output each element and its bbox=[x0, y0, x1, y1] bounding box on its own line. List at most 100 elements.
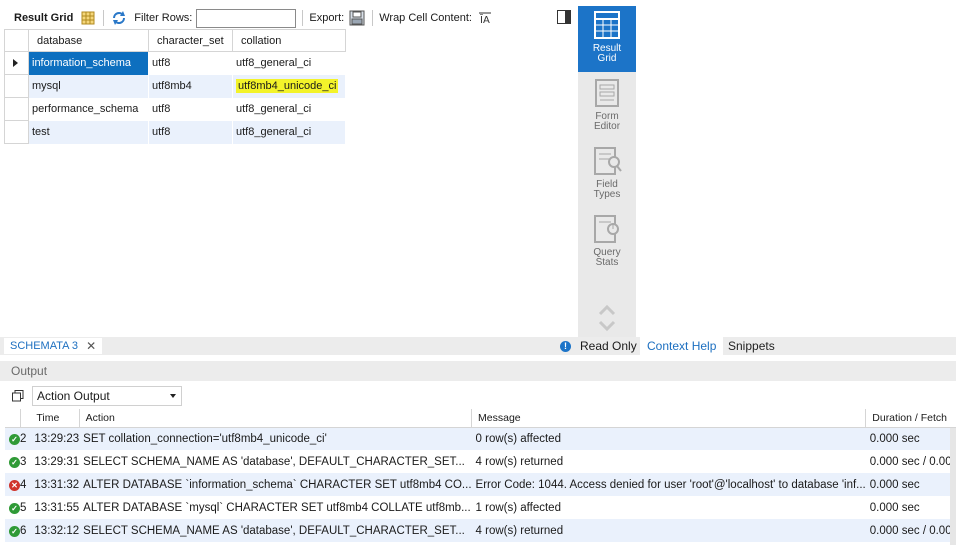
side-tab-form-editor[interactable]: Form Editor bbox=[578, 74, 636, 140]
column-header-message[interactable]: Message bbox=[471, 409, 867, 428]
table-row[interactable]: performance_schema utf8 utf8_general_ci bbox=[4, 97, 346, 121]
status-cell: ✓ bbox=[5, 427, 20, 450]
row-header[interactable] bbox=[4, 74, 29, 98]
side-tab-label: Grid bbox=[597, 53, 617, 64]
toggle-panel-icon[interactable] bbox=[557, 10, 571, 24]
side-tab-label: Stats bbox=[595, 257, 619, 268]
row-header[interactable] bbox=[4, 120, 29, 144]
output-toolbar: Action Output bbox=[0, 384, 956, 408]
success-check-icon: ✓ bbox=[9, 456, 20, 468]
log-action: ALTER DATABASE `information_schema` CHAR… bbox=[79, 473, 472, 496]
filter-rows-input[interactable] bbox=[196, 8, 297, 28]
grid-cell[interactable]: utf8_general_ci bbox=[232, 120, 346, 144]
side-tab-field-types[interactable]: Field Types bbox=[578, 142, 636, 208]
log-action: SET collation_connection='utf8mb4_unicod… bbox=[79, 427, 472, 450]
toolbar-divider bbox=[302, 10, 304, 26]
success-check-icon: ✓ bbox=[9, 525, 20, 537]
form-editor-icon bbox=[595, 79, 619, 107]
chevron-down-icon bbox=[170, 394, 176, 398]
log-message: 0 row(s) affected bbox=[471, 427, 866, 450]
log-duration: 0.000 sec / 0.000 sec bbox=[865, 519, 956, 542]
grid-cell[interactable]: utf8 bbox=[148, 97, 233, 121]
toolbar-divider bbox=[372, 10, 374, 26]
output-type-select[interactable]: Action Output bbox=[32, 386, 182, 406]
wrap-text-icon[interactable]: ĪA bbox=[476, 9, 494, 27]
wrap-cell-content-label: Wrap Cell Content: bbox=[379, 12, 472, 24]
copy-icon[interactable] bbox=[12, 390, 24, 402]
status-cell: ✓ bbox=[5, 496, 20, 519]
column-header-character-set[interactable]: character_set bbox=[148, 29, 233, 52]
tab-label: SCHEMATA 3 bbox=[10, 340, 79, 352]
table-row[interactable]: ✕ 4 13:31:32 ALTER DATABASE `information… bbox=[5, 473, 956, 496]
table-row[interactable]: mysql utf8mb4 utf8mb4_unicode_ci bbox=[4, 74, 346, 98]
action-output-table: Time Action Message Duration / Fetch ✓ 2… bbox=[5, 409, 956, 542]
output-type-value: Action Output bbox=[37, 389, 110, 403]
log-number: 4 bbox=[20, 473, 31, 496]
grid-cell[interactable]: utf8 bbox=[148, 120, 233, 144]
result-side-panel: Result Grid Form Editor Field Types Quer… bbox=[578, 6, 636, 338]
result-grid-toolbar: Result Grid Filter Rows: Export: Wrap Ce… bbox=[0, 6, 578, 30]
log-duration: 0.000 sec / 0.000 sec bbox=[869, 455, 956, 468]
log-action: SELECT SCHEMA_NAME AS 'database', DEFAUL… bbox=[83, 455, 465, 468]
current-row-arrow-icon bbox=[13, 59, 18, 67]
table-row[interactable]: information_schema utf8 utf8_general_ci bbox=[4, 51, 346, 75]
column-header-time[interactable]: Time bbox=[30, 409, 80, 428]
tab-snippets[interactable]: Snippets bbox=[722, 337, 781, 355]
log-action: ALTER DATABASE `mysql` CHARACTER SET utf… bbox=[83, 501, 471, 514]
grid-cell[interactable]: information_schema bbox=[28, 51, 149, 75]
grid-header-row: database character_set collation bbox=[4, 29, 346, 52]
status-cell: ✓ bbox=[5, 519, 20, 542]
output-scrollbar[interactable] bbox=[950, 428, 956, 545]
tab-context-help[interactable]: Context Help bbox=[640, 337, 724, 355]
field-types-icon bbox=[594, 147, 622, 175]
refresh-icon[interactable] bbox=[110, 9, 128, 27]
output-panel-header: Output bbox=[0, 361, 956, 381]
column-header-collation[interactable]: collation bbox=[232, 29, 346, 52]
grid-cell[interactable]: utf8mb4_unicode_ci bbox=[232, 74, 346, 98]
success-check-icon: ✓ bbox=[9, 502, 20, 514]
grid-cell[interactable]: utf8_general_ci bbox=[232, 97, 346, 121]
log-time: 13:31:55 bbox=[34, 501, 80, 514]
grid-cell[interactable]: performance_schema bbox=[28, 97, 149, 121]
log-number: 3 bbox=[20, 455, 27, 468]
tab-schemata-3[interactable]: SCHEMATA 3 ✕ bbox=[4, 338, 103, 354]
error-x-icon: ✕ bbox=[9, 479, 20, 491]
row-header[interactable] bbox=[4, 51, 29, 75]
read-only-label: Read Only bbox=[580, 339, 637, 353]
panel-scroll-arrows-icon[interactable] bbox=[597, 304, 617, 334]
result-grid: database character_set collation informa… bbox=[4, 29, 346, 144]
grid-cell[interactable]: utf8_general_ci bbox=[232, 51, 346, 75]
grid-icon[interactable] bbox=[79, 9, 97, 27]
side-tab-query-stats[interactable]: Query Stats bbox=[578, 210, 636, 276]
highlighted-cell-text: utf8mb4_unicode_ci bbox=[236, 79, 339, 93]
log-time: 13:29:23 bbox=[30, 427, 80, 450]
grid-cell[interactable]: utf8mb4 bbox=[148, 74, 233, 98]
column-header-action[interactable]: Action bbox=[79, 409, 473, 428]
log-number: 2 bbox=[20, 427, 31, 450]
toolbar-divider bbox=[103, 10, 105, 26]
close-icon[interactable]: ✕ bbox=[86, 338, 96, 354]
column-header-duration[interactable]: Duration / Fetch bbox=[865, 409, 956, 428]
column-header-number bbox=[20, 409, 31, 428]
filter-rows-label: Filter Rows: bbox=[134, 12, 193, 24]
grid-cell[interactable]: test bbox=[28, 120, 149, 144]
column-header-database[interactable]: database bbox=[28, 29, 149, 52]
export-icon[interactable] bbox=[348, 9, 366, 27]
log-time: 13:29:31 bbox=[34, 455, 80, 468]
grid-cell[interactable]: utf8 bbox=[148, 51, 233, 75]
row-header[interactable] bbox=[4, 97, 29, 121]
table-row[interactable]: ✓ 5 13:31:55 ALTER DATABASE `mysql` CHAR… bbox=[5, 496, 956, 519]
table-row[interactable]: test utf8 utf8_general_ci bbox=[4, 120, 346, 144]
grid-cell[interactable]: mysql bbox=[28, 74, 149, 98]
success-check-icon: ✓ bbox=[9, 433, 20, 445]
log-message: 4 row(s) returned bbox=[471, 519, 866, 542]
side-tab-result-grid[interactable]: Result Grid bbox=[578, 6, 636, 72]
log-time: 13:32:12 bbox=[30, 519, 80, 542]
table-row[interactable]: ✓ 6 13:32:12 SELECT SCHEMA_NAME AS 'data… bbox=[5, 519, 956, 542]
log-number: 5 bbox=[20, 501, 27, 514]
grid-corner bbox=[4, 29, 29, 52]
side-tab-label: Types bbox=[593, 189, 621, 200]
table-row[interactable]: ✓ 2 13:29:23 SET collation_connection='u… bbox=[5, 427, 956, 450]
log-message: 4 row(s) returned bbox=[475, 455, 564, 468]
table-row[interactable]: ✓ 3 13:29:31 SELECT SCHEMA_NAME AS 'data… bbox=[5, 450, 956, 473]
